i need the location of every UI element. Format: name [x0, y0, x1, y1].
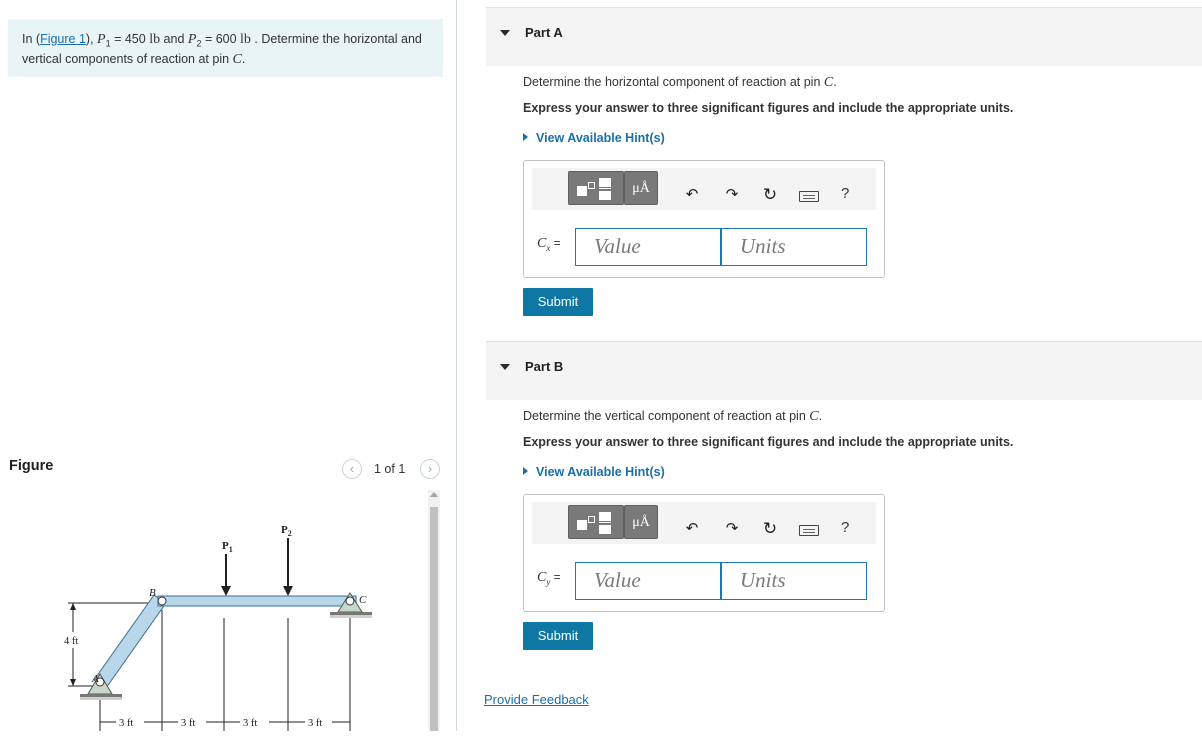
pin-symbol: C — [232, 51, 242, 67]
support-a — [80, 673, 122, 700]
member-bc — [157, 595, 357, 607]
member-ab — [93, 594, 167, 689]
part-b-hint-link[interactable]: View Available Hint(s) — [523, 465, 665, 479]
part-a-hint-link[interactable]: View Available Hint(s) — [523, 131, 665, 145]
units-symbol-button[interactable]: μÅ — [624, 505, 658, 539]
scroll-up-icon[interactable] — [430, 492, 438, 497]
problem-text: . — [241, 51, 246, 66]
label-height: 4 ft — [64, 636, 78, 647]
p1-symbol: P — [97, 32, 106, 47]
problem-statement: In (Figure 1), P1 = 450 lb and P2 = 600 … — [8, 19, 443, 77]
reset-icon[interactable]: ↻ — [762, 520, 778, 537]
frame-diagram: P1 P2 B C A 4 ft 3 ft 3 ft 3 ft 3 ft — [64, 524, 372, 731]
problem-text: and — [160, 32, 188, 46]
units-symbol-button[interactable]: μÅ — [624, 171, 658, 205]
figure-image: P1 P2 B C A 4 ft 3 ft 3 ft 3 ft 3 ft — [8, 490, 424, 731]
part-a-value-input[interactable]: Value — [575, 228, 721, 266]
templates-icon[interactable] — [568, 171, 624, 205]
part-a-instruction: Express your answer to three significant… — [523, 101, 1014, 115]
reset-icon[interactable]: ↻ — [762, 186, 778, 203]
load-p2-arrow — [283, 538, 293, 596]
figure-pager: 1 of 1 — [374, 462, 406, 476]
part-b-submit-button[interactable]: Submit — [523, 622, 593, 650]
part-b-answer-box: μÅ ↶ ↷ ↻ ? Cy = Value Units — [523, 494, 885, 612]
part-b-instruction: Express your answer to three significant… — [523, 435, 1014, 449]
part-a-units-input[interactable]: Units — [721, 228, 867, 266]
panel-divider — [456, 0, 457, 731]
p1-value: = 450 — [110, 32, 150, 46]
part-b-variable-label: Cy = — [537, 570, 561, 587]
redo-icon[interactable]: ↷ — [724, 521, 740, 537]
undo-icon[interactable]: ↶ — [684, 187, 700, 203]
caret-right-icon — [523, 467, 528, 475]
label-b: B — [149, 587, 156, 599]
label-dim-4: 3 ft — [308, 718, 322, 729]
part-a-submit-button[interactable]: Submit — [523, 288, 593, 316]
label-p1: P1 — [222, 540, 233, 554]
problem-text: In ( — [22, 32, 41, 46]
label-dim-1: 3 ft — [119, 718, 133, 729]
part-a-answer-box: μÅ ↶ ↷ ↻ ? Cx = Value Units — [523, 160, 885, 278]
chevron-left-icon[interactable]: ‹ — [342, 459, 362, 479]
part-b-title: Part B — [525, 359, 564, 374]
help-icon[interactable]: ? — [841, 185, 849, 202]
keyboard-icon[interactable] — [799, 191, 819, 202]
caret-down-icon[interactable] — [500, 30, 510, 36]
provide-feedback-link[interactable]: Provide Feedback — [484, 692, 589, 707]
caret-down-icon[interactable] — [500, 364, 510, 370]
label-dim-2: 3 ft — [181, 718, 195, 729]
p1-unit: lb — [149, 32, 161, 47]
p2-unit: lb — [240, 32, 251, 47]
problem-text: ), — [85, 32, 98, 46]
p2-value: = 600 — [201, 32, 241, 46]
part-a-variable-label: Cx = — [537, 236, 561, 253]
figure-title: Figure — [9, 458, 54, 474]
part-a-title: Part A — [525, 25, 563, 40]
label-c: C — [359, 594, 367, 606]
caret-right-icon — [523, 133, 528, 141]
load-p1-arrow — [221, 554, 231, 596]
templates-icon[interactable] — [568, 505, 624, 539]
figure-scrollbar-thumb[interactable] — [430, 507, 438, 731]
label-dim-3: 3 ft — [243, 718, 257, 729]
help-icon[interactable]: ? — [841, 519, 849, 536]
pin-b — [157, 596, 167, 606]
part-a-header[interactable]: Part A — [486, 7, 1202, 66]
figure-link[interactable]: Figure 1 — [40, 32, 86, 46]
part-b-units-input[interactable]: Units — [721, 562, 867, 600]
label-p2: P2 — [281, 524, 292, 538]
part-b-value-input[interactable]: Value — [575, 562, 721, 600]
chevron-right-icon[interactable]: › — [420, 459, 440, 479]
redo-icon[interactable]: ↷ — [724, 187, 740, 203]
keyboard-icon[interactable] — [799, 525, 819, 536]
part-b-question: Determine the vertical component of reac… — [523, 409, 823, 424]
part-b-header[interactable]: Part B — [486, 341, 1202, 400]
undo-icon[interactable]: ↶ — [684, 521, 700, 537]
label-a: A — [91, 673, 99, 685]
part-a-question: Determine the horizontal component of re… — [523, 75, 837, 90]
